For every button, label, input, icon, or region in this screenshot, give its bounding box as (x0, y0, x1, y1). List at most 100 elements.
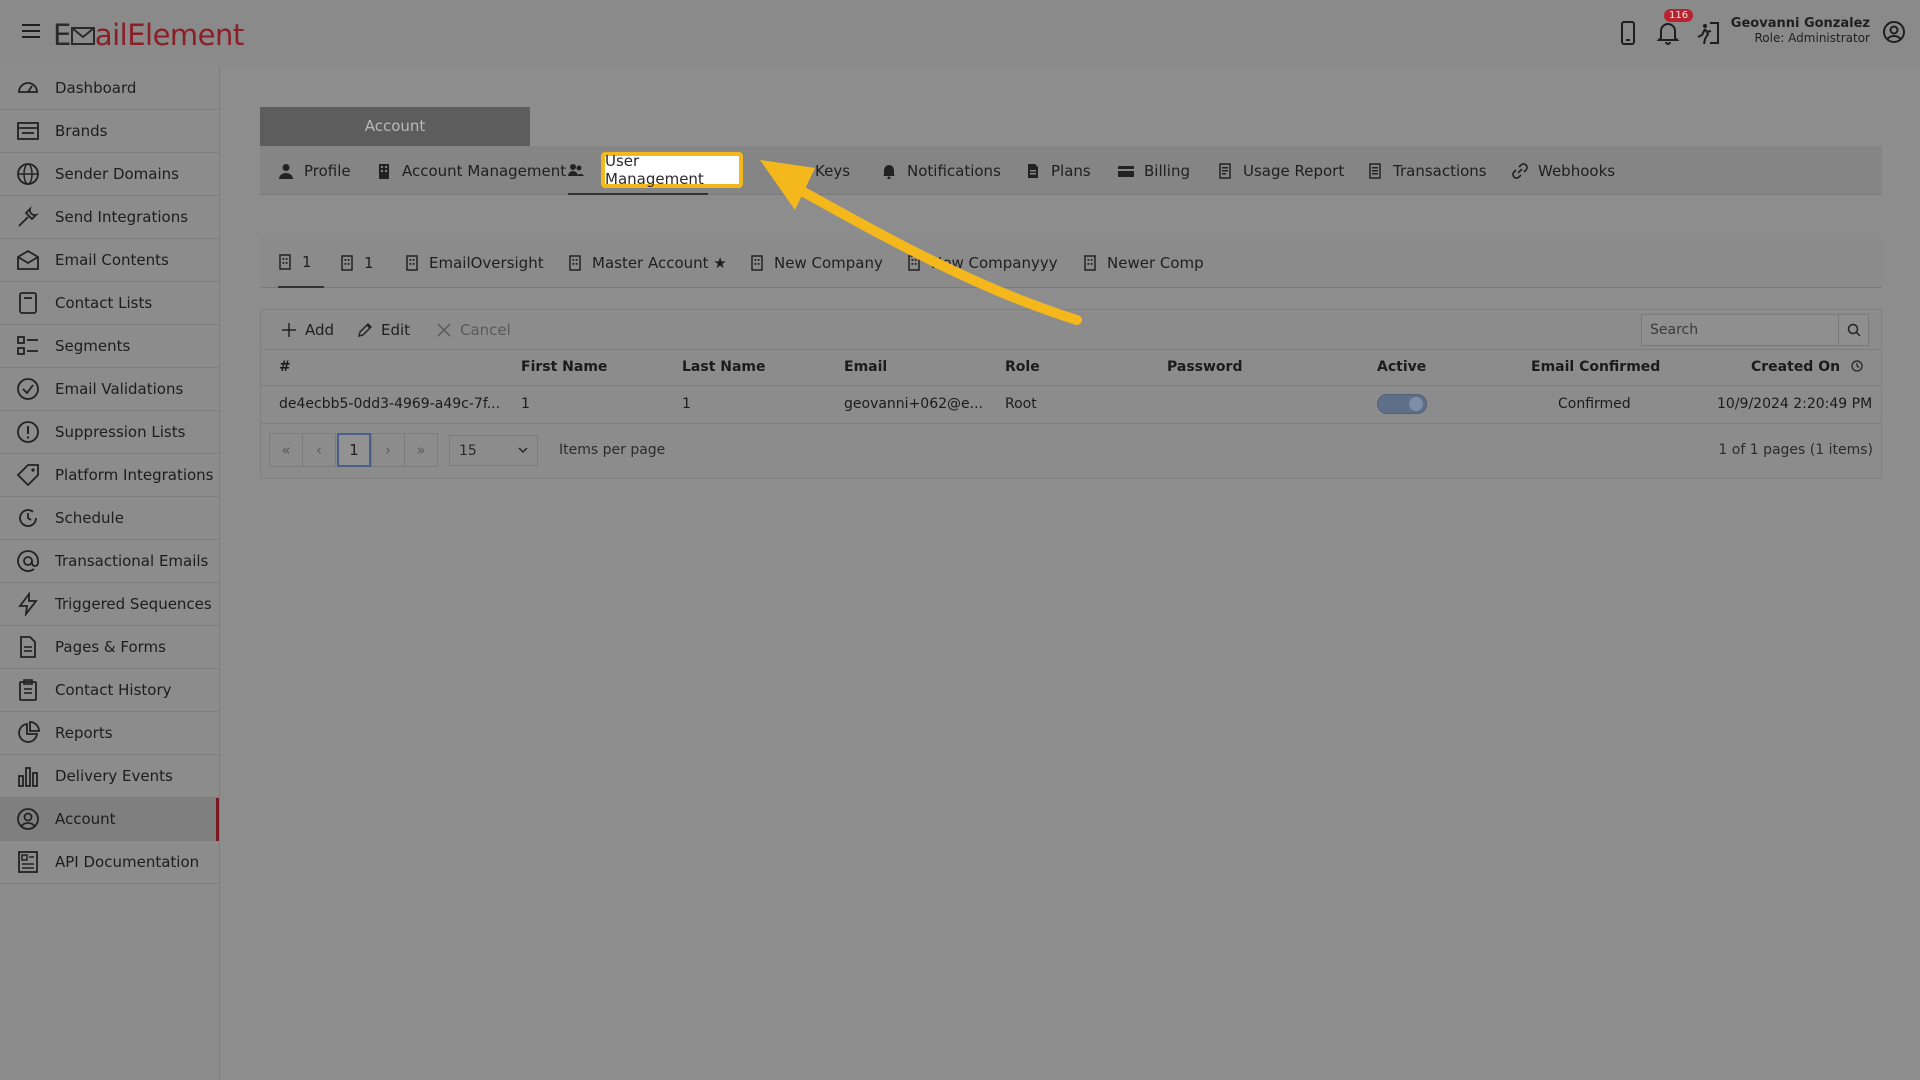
edit-button[interactable]: Edit (357, 321, 410, 339)
tab-label: Billing (1144, 161, 1190, 180)
user-management-highlight[interactable]: User Management (601, 152, 743, 188)
company-tab[interactable]: Master Account ★ (568, 238, 727, 288)
avatar-icon[interactable] (1882, 20, 1906, 44)
col-created-on-label: Created On (1751, 359, 1841, 375)
tab-transactions[interactable]: Transactions (1367, 146, 1487, 195)
cell-email-confirmed: Confirmed (1558, 396, 1631, 412)
sidebar-item-contact-history[interactable]: Contact History (0, 669, 219, 712)
first-page-button[interactable]: « (269, 433, 303, 467)
company-tab-label: EmailOversight (429, 254, 544, 272)
search-button[interactable] (1838, 315, 1868, 345)
sidebar-item-account[interactable]: Account (0, 798, 219, 841)
sidebar-item-segments[interactable]: Segments (0, 325, 219, 368)
report-icon (1219, 162, 1231, 179)
last-page-button[interactable]: » (404, 433, 438, 467)
sidebar-item-reports[interactable]: Reports (0, 712, 219, 755)
cancel-button[interactable]: Cancel (436, 321, 511, 339)
user-info[interactable]: Geovanni Gonzalez Role: Administrator (1731, 16, 1870, 46)
tab-label: Keys (815, 161, 851, 180)
tab-plans[interactable]: Plans (1025, 146, 1091, 195)
sidebar-item-contact-lists[interactable]: Contact Lists (0, 282, 219, 325)
col-email-confirmed[interactable]: Email Confirmed (1531, 359, 1660, 375)
cell-id: de4ecbb5-0dd3-4969-a49c-7f... (279, 396, 501, 412)
sidebar-item-label: Send Integrations (55, 208, 189, 226)
sidebar-item-label: Transactional Emails (55, 552, 209, 570)
sidebar-item-transactional-emails[interactable]: Transactional Emails (0, 540, 219, 583)
col-created-on[interactable]: Created On (1751, 359, 1863, 375)
tab-profile[interactable]: Profile (278, 146, 351, 195)
check-circle-icon (17, 378, 39, 400)
contact-book-icon (19, 292, 37, 314)
table-row[interactable]: de4ecbb5-0dd3-4969-a49c-7f... 1 1 geovan… (261, 386, 1881, 424)
grid-toolbar: Add Edit Cancel (261, 310, 1881, 350)
sidebar-item-brands[interactable]: Brands (0, 110, 219, 153)
company-tab[interactable]: New Companyyy (907, 238, 1058, 288)
tab-billing[interactable]: Billing (1118, 146, 1190, 195)
sidebar-item-label: Email Contents (55, 251, 169, 269)
user-circle-icon (17, 808, 39, 830)
add-button[interactable]: Add (281, 321, 334, 339)
bell-icon[interactable]: 116 (1656, 9, 1694, 46)
tab-label: Notifications (907, 161, 1001, 180)
company-tab[interactable]: New Company (750, 238, 883, 288)
building-icon (406, 255, 418, 271)
sidebar-item-label: Delivery Events (55, 767, 173, 785)
clock-icon (1851, 360, 1863, 372)
users-grid: Add Edit Cancel # First Name Last Name E… (260, 309, 1882, 479)
col-active[interactable]: Active (1377, 359, 1426, 375)
sidebar-item-pages-forms[interactable]: Pages & Forms (0, 626, 219, 669)
tab-account-management[interactable]: Account Management (376, 146, 566, 195)
sidebar-item-send-integrations[interactable]: Send Integrations (0, 196, 219, 239)
company-tab[interactable]: EmailOversight (405, 238, 544, 288)
col-first-name[interactable]: First Name (521, 359, 607, 375)
company-tab[interactable]: 1 (340, 238, 374, 288)
tab-webhooks[interactable]: Webhooks (1512, 146, 1615, 195)
search-input[interactable] (1642, 315, 1838, 345)
col-email[interactable]: Email (844, 359, 887, 375)
sidebar-item-email-validations[interactable]: Email Validations (0, 368, 219, 411)
globe-icon (17, 163, 39, 185)
col-id[interactable]: # (279, 359, 291, 375)
search-box (1641, 314, 1869, 346)
hamburger-menu-icon[interactable] (22, 24, 40, 40)
sidebar-item-api-documentation[interactable]: API Documentation (0, 841, 219, 884)
envelope-icon (17, 249, 39, 270)
active-toggle[interactable] (1377, 394, 1427, 414)
exit-icon[interactable] (1696, 20, 1720, 46)
sidebar-item-label: Sender Domains (55, 165, 179, 183)
cancel-label: Cancel (460, 321, 511, 339)
sidebar-item-suppression-lists[interactable]: Suppression Lists (0, 411, 219, 454)
tab-label: Account Management (402, 161, 567, 180)
page-number-button[interactable]: 1 (337, 433, 371, 467)
page-size-select[interactable]: 15 (449, 435, 538, 466)
sidebar-item-sender-domains[interactable]: Sender Domains (0, 153, 219, 196)
col-role[interactable]: Role (1005, 359, 1040, 375)
tab-notifications[interactable]: Notifications (881, 146, 1001, 195)
col-last-name[interactable]: Last Name (682, 359, 766, 375)
app-logo[interactable]: EailElement (53, 18, 244, 52)
brands-icon (17, 122, 39, 140)
sidebar-item-delivery-events[interactable]: Delivery Events (0, 755, 219, 798)
prev-page-button[interactable]: ‹ (302, 433, 336, 467)
sidebar-item-schedule[interactable]: Schedule (0, 497, 219, 540)
page-size-value: 15 (459, 442, 477, 459)
tab-label: Plans (1051, 161, 1091, 180)
pencil-icon (358, 323, 372, 337)
sidebar-item-label: API Documentation (55, 853, 200, 871)
sidebar-item-platform-integrations[interactable]: Platform Integrations (0, 454, 219, 497)
building-icon (908, 255, 920, 271)
building-icon (379, 163, 389, 179)
edit-label: Edit (381, 321, 411, 339)
tab-keys[interactable]: Keys (815, 146, 850, 195)
sidebar-item-triggered-sequences[interactable]: Triggered Sequences (0, 583, 219, 626)
next-page-button[interactable]: › (371, 433, 405, 467)
sidebar-item-email-contents[interactable]: Email Contents (0, 239, 219, 282)
mobile-icon[interactable] (1616, 20, 1640, 46)
col-password[interactable]: Password (1167, 359, 1242, 375)
tab-usage-report[interactable]: Usage Report (1217, 146, 1344, 195)
company-tab[interactable]: Newer Comp (1083, 238, 1204, 288)
building-icon (569, 255, 581, 271)
company-tab[interactable]: 1 (278, 238, 324, 288)
sidebar-item-dashboard[interactable]: Dashboard (0, 67, 219, 110)
sidebar-item-label: Triggered Sequences (55, 595, 212, 613)
